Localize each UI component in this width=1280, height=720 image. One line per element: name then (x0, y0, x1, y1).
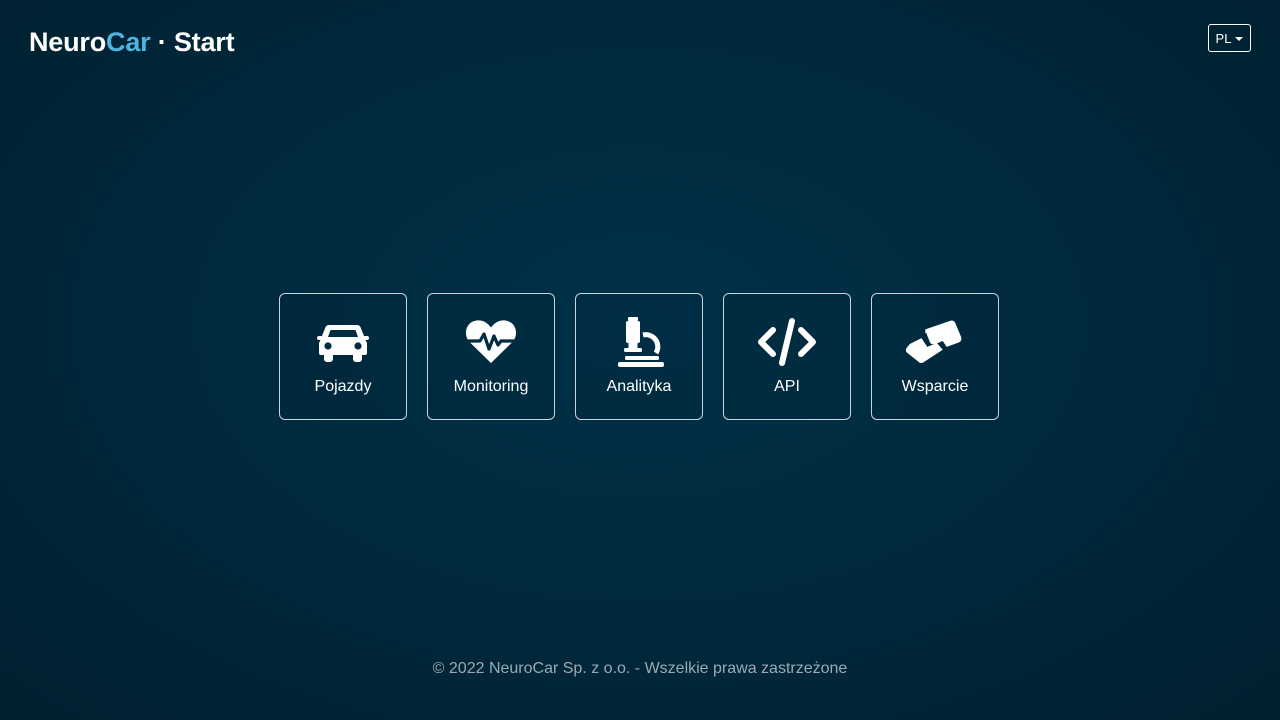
brand-name-primary: Neuro (29, 27, 107, 57)
handshake-icon (904, 317, 966, 367)
tile-api[interactable]: API (723, 293, 851, 420)
code-icon (756, 317, 818, 367)
footer-copyright: © 2022 NeuroCar Sp. z o.o. - Wszelkie pr… (432, 660, 848, 677)
tile-pojazdy[interactable]: Pojazdy (279, 293, 407, 420)
heart-pulse-icon (460, 317, 522, 367)
tile-label: API (774, 378, 800, 395)
language-selected: PL (1215, 30, 1232, 46)
tile-wsparcie[interactable]: Wsparcie (871, 293, 999, 420)
tile-label: Monitoring (453, 378, 529, 395)
module-tiles: Pojazdy Monitoring Analityka API Wsparci… (279, 293, 999, 420)
microscope-icon (608, 317, 670, 367)
tile-label: Wsparcie (901, 378, 969, 395)
language-dropdown[interactable]: PL (1208, 24, 1251, 52)
chevron-down-icon (1235, 36, 1244, 41)
tile-label: Analityka (606, 378, 672, 395)
car-icon (312, 317, 374, 367)
tile-monitoring[interactable]: Monitoring (427, 293, 555, 420)
brand-name-accent: Car (106, 27, 151, 57)
tile-label: Pojazdy (314, 378, 372, 395)
page-name: · Start (150, 27, 235, 57)
tile-analityka[interactable]: Analityka (575, 293, 703, 420)
app-title: NeuroCar · Start (29, 26, 235, 58)
